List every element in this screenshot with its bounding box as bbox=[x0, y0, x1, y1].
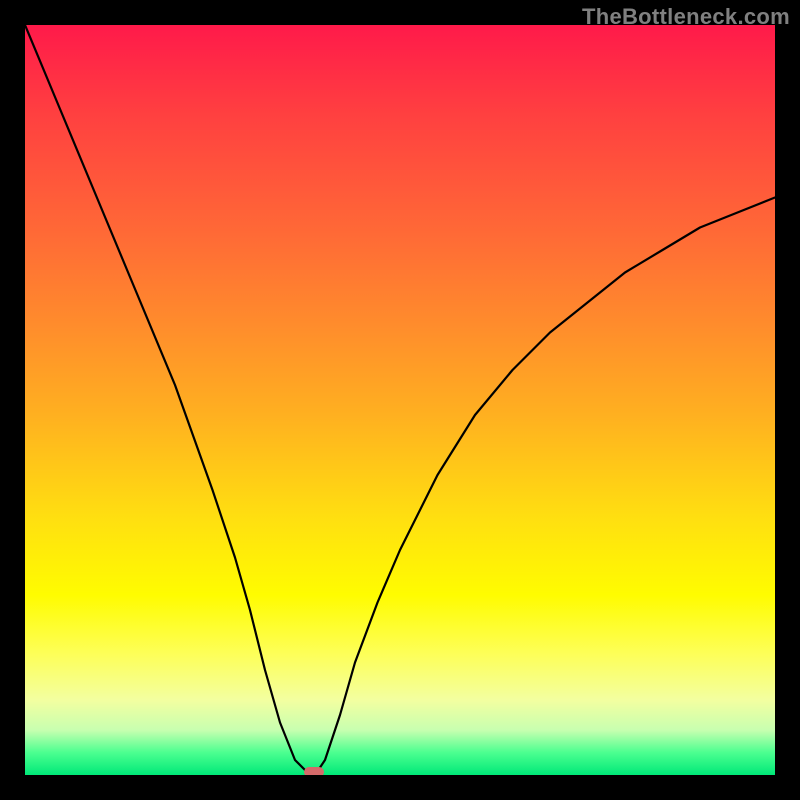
plot-area bbox=[25, 25, 775, 775]
chart-stage: TheBottleneck.com bbox=[0, 0, 800, 800]
minimum-marker bbox=[304, 767, 324, 775]
curve-layer bbox=[25, 25, 775, 775]
watermark-text: TheBottleneck.com bbox=[582, 4, 790, 30]
bottleneck-curve bbox=[25, 25, 775, 775]
